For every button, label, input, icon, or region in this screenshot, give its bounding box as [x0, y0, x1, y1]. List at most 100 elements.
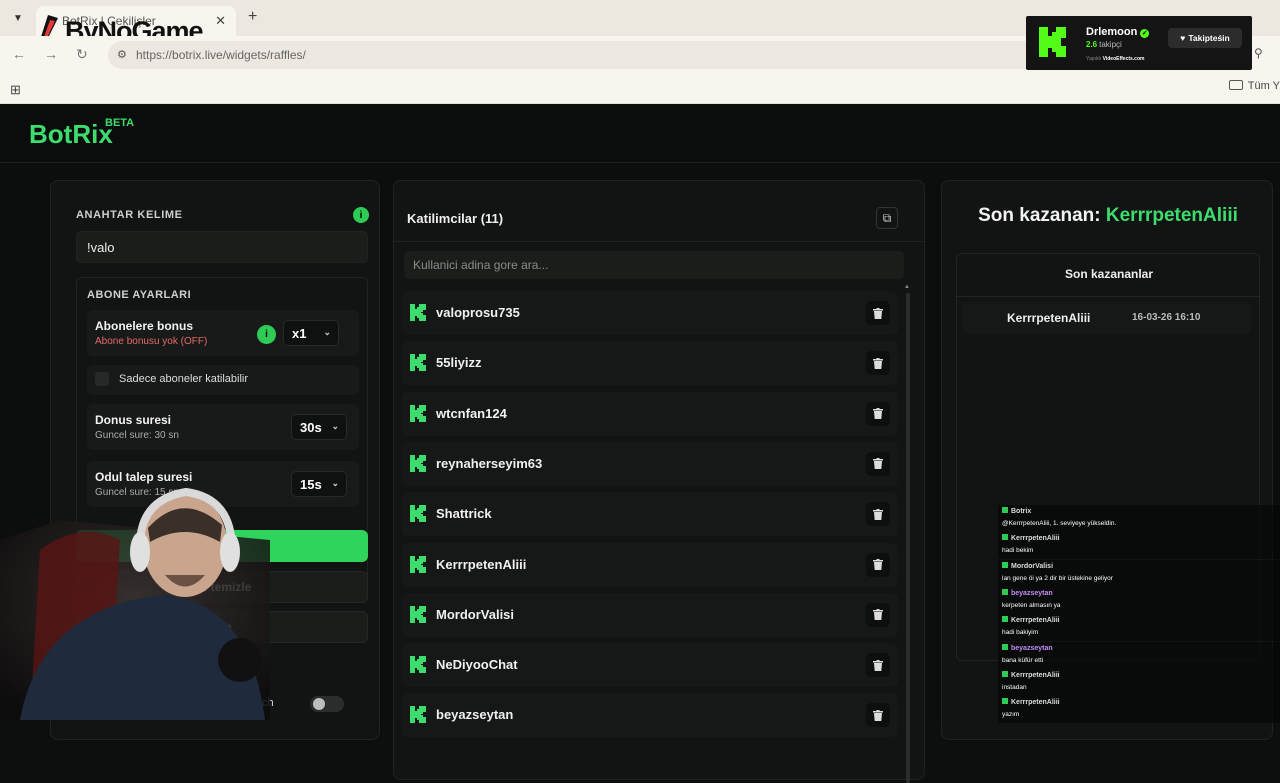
duration-select[interactable]: 30s ⌄ [291, 414, 347, 440]
scroll-up-icon[interactable]: ▲ [904, 284, 910, 290]
chat-text: @KerrrpetenAliii, 1. seviyeye yükseldin. [1002, 520, 1117, 527]
info-icon[interactable]: i [257, 325, 276, 344]
trash-icon[interactable] [866, 653, 890, 678]
url-text: https://botrix.live/widgets/raffles/ [136, 48, 306, 62]
chat-username: beyazseytan [1002, 643, 1053, 652]
chat-message: KerrrpetenAliii hadi bekim [998, 532, 1280, 560]
participant-row: wtcnfan124 [402, 391, 898, 436]
forward-icon[interactable]: → [44, 46, 58, 62]
subscriber-bonus-title: Abonelere bonus [95, 319, 194, 333]
chat-username: KerrrpetenAliii [1002, 534, 1060, 542]
participants-card: Katilimcilar (11) ⧉ Kullanici adina gore… [393, 180, 925, 783]
scrollbar[interactable] [906, 293, 910, 783]
participant-name: KerrrpetenAliii [436, 556, 527, 572]
last-winner-heading: Son kazanan: KerrrpetenAliii [978, 205, 1238, 226]
participant-name: NeDiyooChat [436, 657, 518, 673]
toggle-switch[interactable] [310, 696, 344, 712]
chevron-down-icon: ⌄ [331, 421, 339, 431]
trash-icon[interactable] [866, 552, 890, 577]
participant-row: 55liyizz [402, 341, 898, 386]
participant-row: valoprosu735 [402, 291, 898, 335]
subscriber-bonus-select[interactable]: x1 ⌄ [283, 320, 339, 346]
participant-row: beyazseytan [402, 693, 898, 738]
trash-icon[interactable] [866, 602, 890, 627]
participant-row: NeDiyooChat [402, 643, 898, 688]
address-bar[interactable]: ⚙ https://botrix.live/widgets/raffles/ [108, 41, 1118, 69]
stream-chat-overlay: Botrix @KerrrpetenAliii, 1. seviyeye yüks… [998, 505, 1280, 724]
participant-row: KerrrpetenAliii [402, 542, 898, 587]
chat-message: beyazseytan kerpeten almasın ya [998, 586, 1280, 614]
follow-button[interactable]: ♥ Takipteśin [1168, 28, 1242, 48]
subscribers-only-label: Sadece aboneler katilabilir [119, 373, 249, 385]
trash-icon[interactable] [866, 351, 890, 376]
chat-message: MordorValisi lan gene öi ya 2 dir bir üst… [998, 559, 1280, 587]
trash-icon[interactable] [866, 451, 890, 476]
chat-username: beyazseytan [1002, 588, 1053, 597]
beta-badge: BETA [105, 117, 135, 129]
apps-grid-icon[interactable]: ⊞ [10, 82, 21, 98]
chat-username: MordorValisi [1002, 561, 1053, 570]
keyword-input[interactable]: !valo [76, 231, 368, 263]
divider [957, 296, 1259, 297]
duration-current: Guncel sure: 30 sn [95, 430, 179, 441]
info-icon[interactable]: i [353, 207, 369, 223]
chat-username: KerrrpetenAliii [1002, 698, 1060, 706]
kick-logo-icon [410, 404, 426, 422]
verified-icon: ✓ [1140, 29, 1150, 38]
participant-name: 55liyizz [436, 355, 482, 371]
chat-text: kerpeten almasın ya [1002, 601, 1061, 609]
chat-message: KerrrpetenAliii yazım [998, 696, 1280, 724]
site-settings-icon[interactable]: ⚙ [117, 48, 127, 61]
chat-username: KerrrpetenAliii [1002, 616, 1060, 624]
heart-icon: ♥ [1180, 33, 1186, 43]
chat-message: beyazseytan bana küfür etti [998, 641, 1280, 669]
back-icon[interactable]: ← [12, 46, 26, 62]
subscriber-settings-label: ABONE AYARLARI [87, 289, 192, 301]
brand-logo[interactable]: BotRix [29, 119, 113, 150]
chevron-down-icon[interactable]: ▼ [8, 8, 28, 28]
winner-row: KerrrpetenAliii 16-03-26 16:10 [963, 302, 1251, 334]
kick-logo-icon [410, 656, 426, 674]
badge-icon [1002, 616, 1008, 623]
extensions-icon[interactable]: ⚲ [1254, 46, 1263, 60]
chat-text: instadan [1002, 683, 1027, 691]
badge-icon [1002, 588, 1008, 595]
chevron-down-icon: ⌄ [323, 327, 331, 337]
trash-icon[interactable] [866, 301, 890, 325]
chat-text: hadi bakiyim [1002, 629, 1039, 637]
badge-icon [1002, 561, 1008, 568]
claim-time-select[interactable]: 15s ⌄ [291, 471, 347, 497]
trash-icon[interactable] [866, 703, 890, 728]
follow-overlay: Drlemoon ✓ 2.6 takipçi Yapıldı VideoEffect… [1026, 16, 1252, 70]
kick-logo-icon [410, 304, 426, 321]
copy-icon[interactable]: ⧉ [876, 207, 898, 229]
participant-name: reynaherseyim63 [436, 455, 543, 471]
participant-name: Shattrick [436, 506, 492, 522]
new-tab-icon[interactable]: + [248, 8, 257, 26]
reload-icon[interactable]: ↻ [76, 46, 88, 63]
close-icon[interactable]: ✕ [215, 13, 226, 29]
kick-logo-icon [1036, 25, 1070, 59]
made-by-credit: Yapıldı VideoEffects.com [1086, 56, 1145, 62]
trash-icon[interactable] [866, 502, 890, 527]
chat-username: Botrix [1002, 507, 1031, 515]
streamer-name: Drlemoon ✓ [1086, 26, 1150, 38]
duration-row: Donus suresi Guncel sure: 30 sn 30s ⌄ [87, 404, 359, 450]
trash-icon[interactable] [866, 401, 890, 426]
kick-logo-icon [410, 706, 426, 724]
duration-title: Donus suresi [95, 413, 172, 427]
subscribers-only-checkbox[interactable] [95, 372, 109, 386]
chat-message: KerrrpetenAliii instadan [998, 668, 1280, 696]
participant-name: MordorValisi [436, 606, 515, 622]
kick-logo-icon [410, 605, 426, 623]
participant-row: Shattrick [402, 492, 898, 537]
kick-logo-icon [410, 354, 426, 372]
follower-count: 2.6 takipçi [1086, 40, 1122, 49]
kick-logo-icon [410, 454, 426, 472]
chat-text: bana küfür etti [1002, 656, 1044, 664]
badge-icon [1002, 507, 1008, 513]
participant-search-input[interactable]: Kullanici adina gore ara... [404, 251, 904, 279]
winner-row-name: KerrrpetenAliii [1007, 311, 1091, 325]
subscribers-only-row[interactable]: Sadece aboneler katilabilir [87, 365, 359, 395]
all-bookmarks-folder[interactable]: Tüm Y [1228, 80, 1280, 92]
